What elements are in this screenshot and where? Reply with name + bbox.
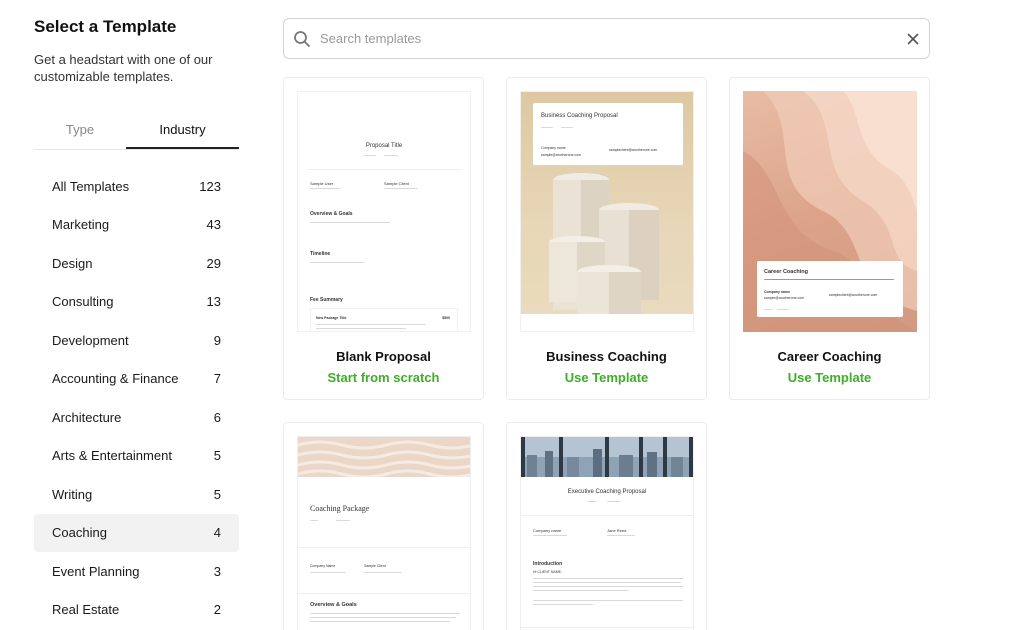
category-count: 5	[213, 486, 221, 502]
category-count: 3	[213, 563, 221, 579]
template-preview: Executive Coaching Proposal Company name…	[520, 436, 694, 630]
category-architecture[interactable]: Architecture 6	[34, 398, 239, 437]
category-design[interactable]: Design 29	[34, 244, 239, 283]
category-consulting[interactable]: Consulting 13	[34, 283, 239, 322]
preview-email-from: sample@anotherone.com	[541, 153, 582, 157]
start-from-scratch-link[interactable]: Start from scratch	[284, 370, 483, 385]
preview-from: Company name	[764, 290, 791, 294]
preview-salutation: HI CLIENT NAME,	[533, 570, 562, 574]
tab-type[interactable]: Type	[34, 116, 126, 149]
preview-email-to: sampleclient@anotherone.com	[609, 148, 658, 152]
category-event-planning[interactable]: Event Planning 3	[34, 552, 239, 591]
category-writing[interactable]: Writing 5	[34, 475, 239, 514]
template-card-executive-coaching[interactable]: Executive Coaching Proposal Company name…	[506, 422, 707, 630]
preview-title: Career Coaching	[764, 269, 809, 275]
preview-from: Company Name	[310, 564, 336, 568]
preview-fee-amount: $500	[442, 316, 450, 320]
template-sidebar: Select a Template Get a headstart with o…	[34, 0, 239, 630]
preview-to: Sample Client	[364, 564, 386, 568]
preview-from: Company name	[533, 528, 562, 533]
category-count: 7	[213, 371, 221, 387]
category-count: 4	[213, 525, 221, 541]
template-card-business-coaching[interactable]: Business Coaching Proposal Company name …	[506, 77, 707, 400]
category-count: 123	[199, 178, 221, 194]
category-count: 6	[213, 409, 221, 425]
template-card-coaching-package[interactable]: Coaching Package Company Name Sample Cli…	[283, 422, 484, 630]
category-count: 13	[206, 294, 221, 310]
category-list: All Templates 123 Marketing 43 Design 29 Co…	[34, 167, 239, 629]
category-label: Consulting	[52, 294, 114, 310]
category-label: All Templates	[52, 178, 130, 194]
search-bar	[283, 18, 930, 59]
category-label: Accounting & Finance	[52, 371, 179, 387]
preview-title: Business Coaching Proposal	[541, 113, 618, 119]
search-input[interactable]	[320, 31, 897, 46]
preview-fee-item: New Package Title	[316, 316, 347, 320]
preview-email-from: sample@anotherone.com	[764, 296, 805, 300]
preview-to: Sample Client	[384, 181, 409, 186]
category-label: Design	[52, 255, 93, 271]
filter-tabs: Type Industry	[34, 116, 239, 150]
category-arts-entertainment[interactable]: Arts & Entertainment 5	[34, 437, 239, 476]
template-preview: Business Coaching Proposal Company name …	[520, 91, 694, 332]
template-preview: Proposal Title Sample User Sample Client…	[297, 91, 471, 332]
category-label: Marketing	[52, 217, 110, 233]
preview-to: Jane Reed	[607, 528, 627, 533]
template-name: Blank Proposal	[336, 349, 431, 364]
preview-section-1: Overview & Goals	[310, 211, 353, 217]
category-count: 2	[213, 602, 221, 618]
category-label: Writing	[52, 486, 93, 502]
category-marketing[interactable]: Marketing 43	[34, 206, 239, 245]
template-preview: Coaching Package Company Name Sample Cli…	[297, 436, 471, 630]
preview-from: Sample User	[310, 181, 334, 186]
category-label: Architecture	[52, 409, 122, 425]
preview-from: Company name	[541, 146, 566, 150]
wave-texture-image	[298, 437, 470, 477]
use-template-link[interactable]: Use Template	[730, 370, 929, 385]
tab-industry[interactable]: Industry	[126, 116, 239, 149]
category-label: Coaching	[52, 525, 107, 541]
category-count: 29	[206, 255, 221, 271]
category-label: Real Estate	[52, 602, 120, 618]
page-title: Select a Template	[34, 17, 177, 36]
template-preview: Career Coaching Company name sample@anot…	[743, 91, 917, 332]
page-subtitle: Get a headstart with one of our customiz…	[34, 52, 213, 84]
category-all-templates[interactable]: All Templates 123	[34, 167, 239, 206]
category-development[interactable]: Development 9	[34, 321, 239, 360]
search-icon	[284, 30, 320, 48]
template-name: Business Coaching	[546, 349, 667, 364]
category-label: Event Planning	[52, 563, 140, 579]
category-label: Development	[52, 332, 129, 348]
template-name: Career Coaching	[777, 349, 882, 364]
category-coaching[interactable]: Coaching 4	[34, 513, 239, 552]
category-count: 43	[206, 217, 221, 233]
category-label: Arts & Entertainment	[52, 448, 172, 464]
close-icon[interactable]	[897, 33, 929, 45]
preview-email-to: sampleclient@anotherone.com	[829, 293, 878, 297]
city-skyline-image	[521, 437, 693, 477]
template-card-blank-proposal[interactable]: Proposal Title Sample User Sample Client…	[283, 77, 484, 400]
use-template-link[interactable]: Use Template	[507, 370, 706, 385]
category-real-estate[interactable]: Real Estate 2	[34, 591, 239, 630]
preview-title: Executive Coaching Proposal	[567, 489, 647, 495]
template-card-career-coaching[interactable]: Career Coaching Company name sample@anot…	[729, 77, 930, 400]
category-accounting-finance[interactable]: Accounting & Finance 7	[34, 360, 239, 399]
preview-section-1: Introduction	[533, 561, 563, 567]
preview-section-3: Fee Summary	[310, 297, 343, 303]
category-count: 9	[213, 332, 221, 348]
preview-title: Coaching Package	[310, 504, 370, 513]
preview-section-1: Overview & Goals	[310, 602, 357, 608]
preview-title: Proposal Title	[365, 143, 403, 149]
category-count: 5	[213, 448, 221, 464]
preview-section-2: Timeline	[310, 251, 331, 257]
